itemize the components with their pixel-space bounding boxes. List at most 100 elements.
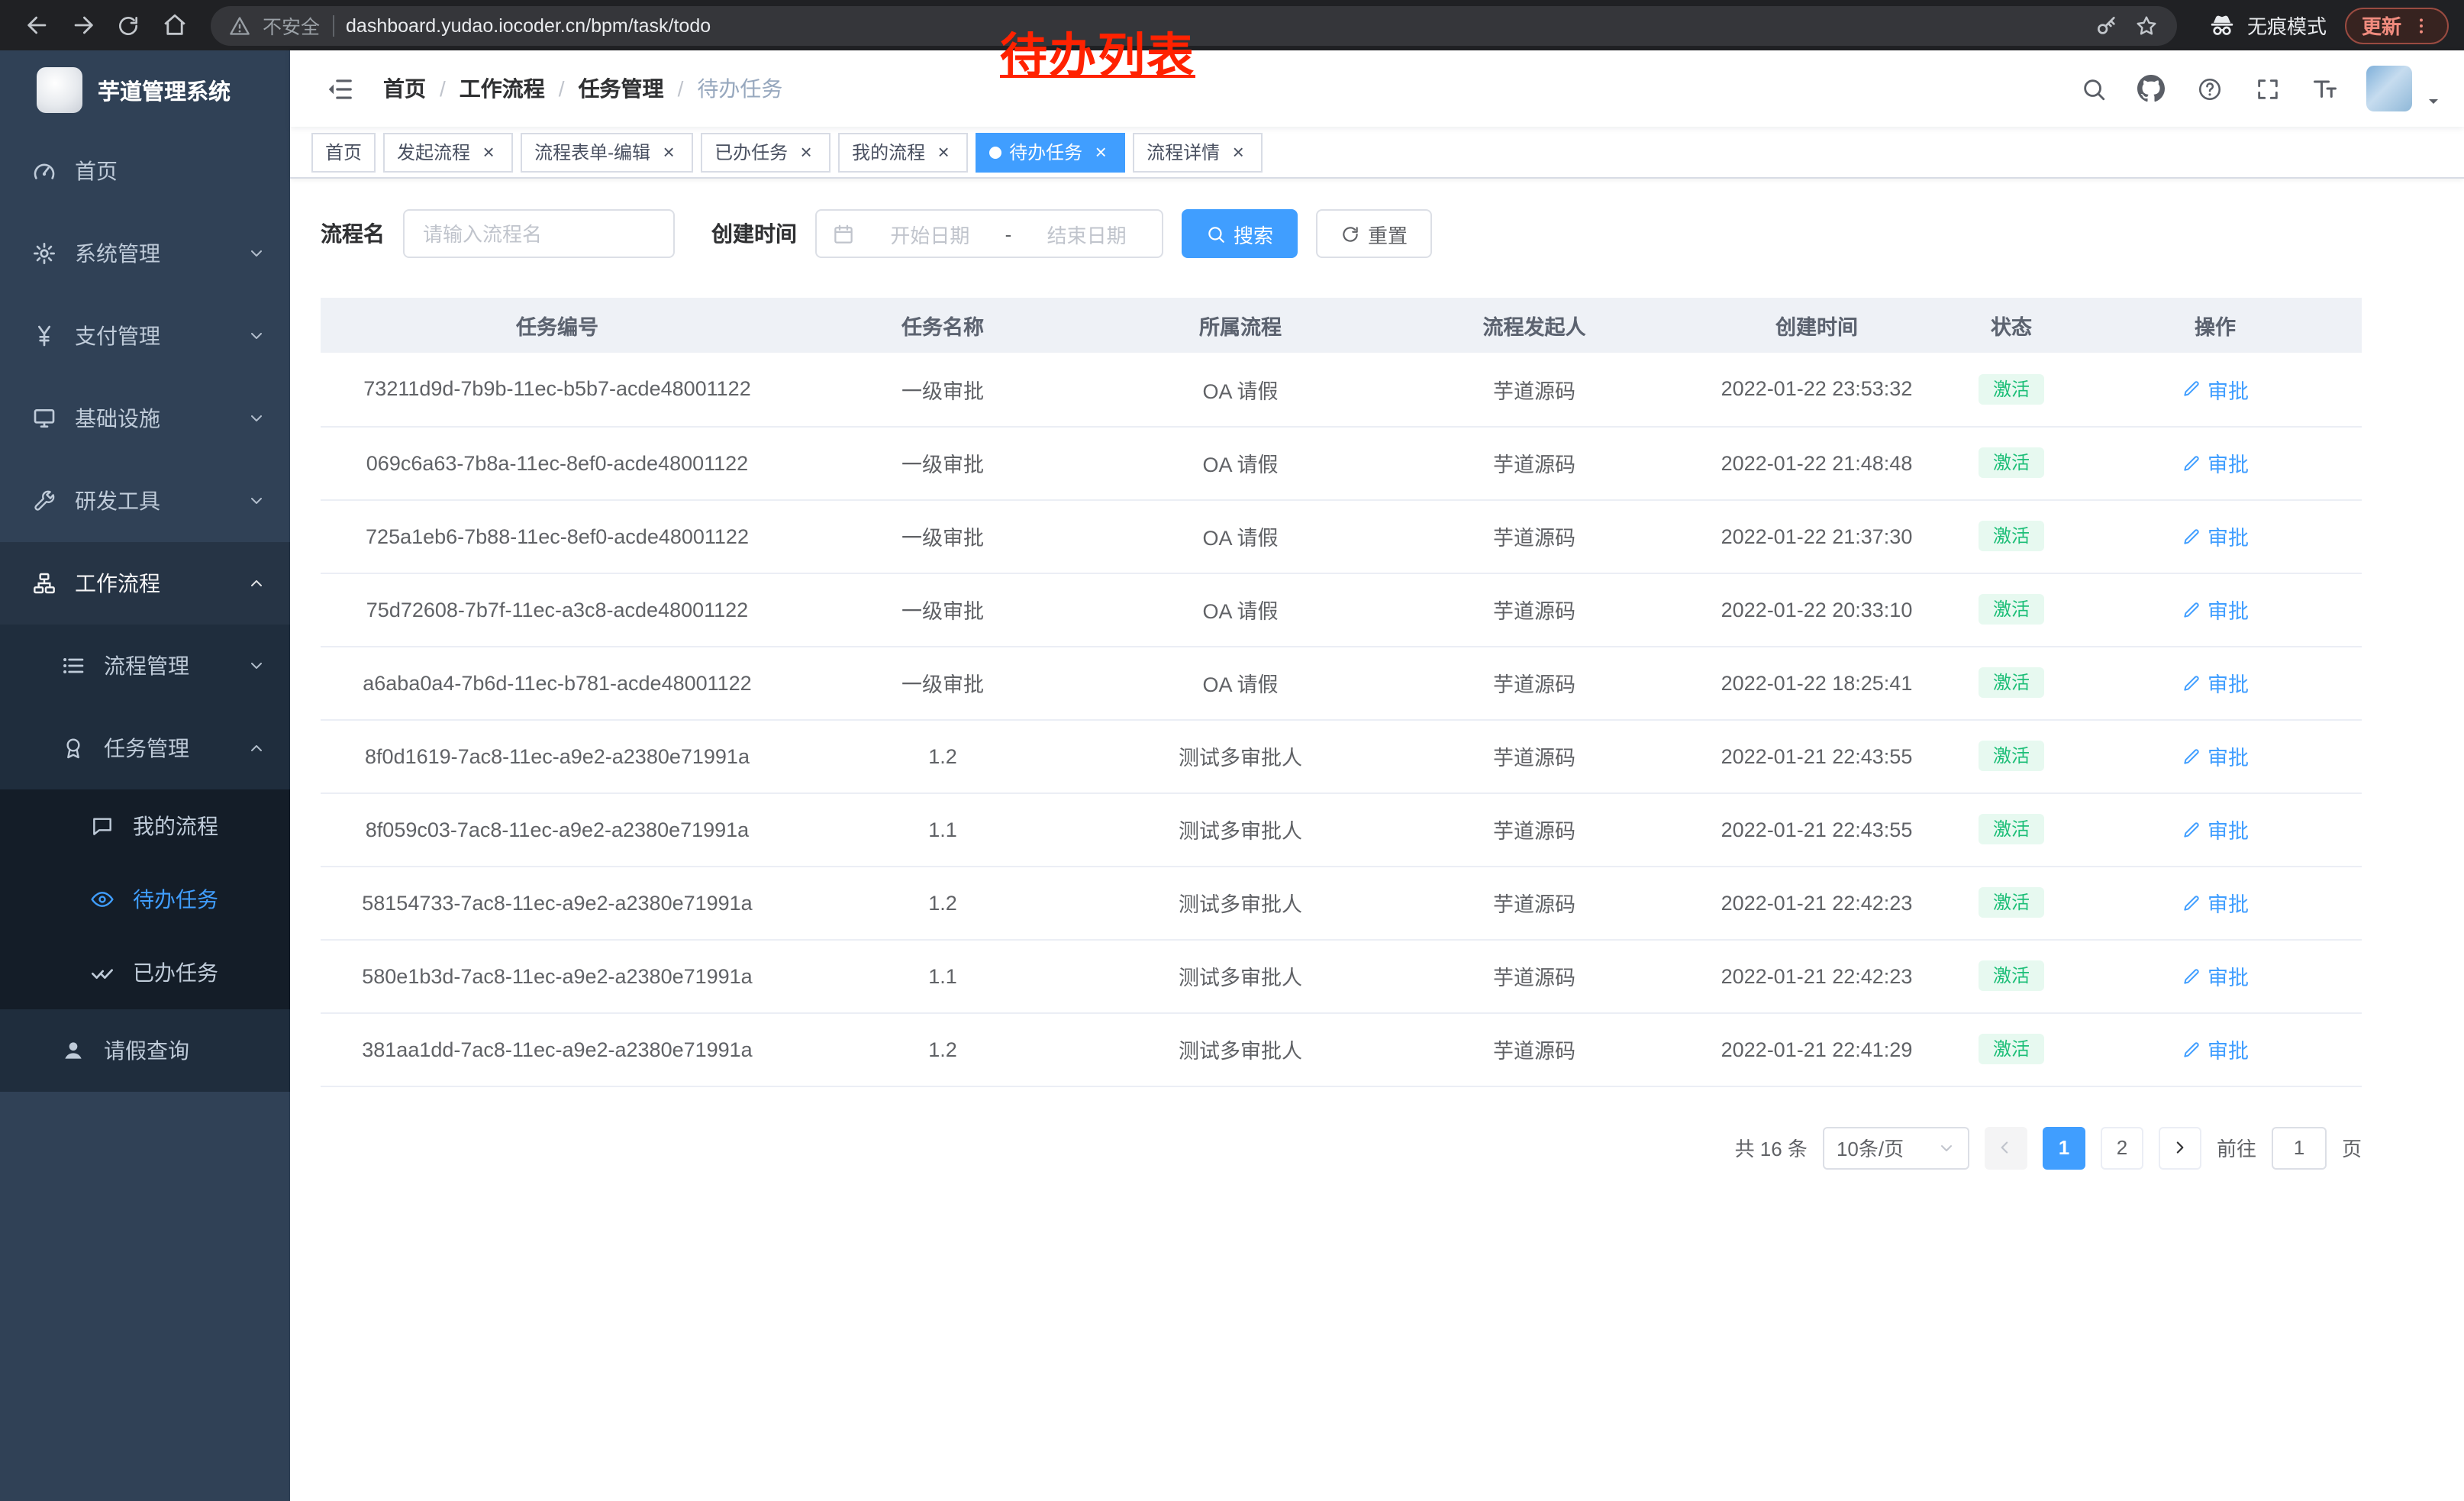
approve-link[interactable]: 审批: [2182, 667, 2249, 698]
sidebar-item-my-process[interactable]: 我的流程: [0, 789, 290, 863]
browser-update-button[interactable]: 更新: [2345, 7, 2449, 44]
tab-done-tasks[interactable]: 已办任务 ×: [701, 132, 830, 172]
approve-link[interactable]: 审批: [2182, 814, 2249, 844]
cell-create-time: 2022-01-21 22:43:55: [1679, 792, 1954, 866]
person-icon: [61, 1038, 85, 1063]
edit-icon: [2182, 746, 2201, 766]
sidebar-item-system[interactable]: 系统管理: [0, 212, 290, 295]
status-badge: 激活: [1979, 594, 2043, 625]
sidebar-item-todo-tasks[interactable]: 待办任务: [0, 863, 290, 936]
tab-my-process[interactable]: 我的流程 ×: [838, 132, 968, 172]
tab-start-process[interactable]: 发起流程 ×: [383, 132, 513, 172]
approve-link[interactable]: 审批: [2182, 741, 2249, 771]
cell-status: 激活: [1954, 573, 2069, 646]
approve-link[interactable]: 审批: [2182, 447, 2249, 478]
edit-icon: [2182, 599, 2201, 619]
edit-icon: [2182, 526, 2201, 546]
cell-actions: 审批: [2069, 426, 2362, 499]
header-search-button[interactable]: [2070, 66, 2116, 111]
search-button-label: 搜索: [1234, 219, 1273, 248]
prev-page-button[interactable]: [1985, 1126, 2027, 1169]
process-name-input[interactable]: [423, 222, 655, 245]
approve-link[interactable]: 审批: [2182, 374, 2249, 405]
approve-link[interactable]: 审批: [2182, 521, 2249, 551]
sidebar-item-process-management[interactable]: 流程管理: [0, 625, 290, 707]
wrench-icon: [32, 489, 56, 513]
goto-page-input[interactable]: [2272, 1126, 2327, 1169]
caret-down-icon[interactable]: [2424, 92, 2443, 110]
sidebar-item-home[interactable]: 首页: [0, 130, 290, 212]
approve-link[interactable]: 审批: [2182, 960, 2249, 991]
github-link[interactable]: [2128, 66, 2174, 111]
breadcrumb: 首页 / 工作流程 / 任务管理 / 待办任务: [383, 73, 782, 104]
approve-link[interactable]: 审批: [2182, 594, 2249, 625]
tab-process-form-edit[interactable]: 流程表单-编辑 ×: [521, 132, 693, 172]
tab-process-detail[interactable]: 流程详情 ×: [1133, 132, 1263, 172]
page-button-2[interactable]: 2: [2101, 1126, 2143, 1169]
table-row: 8f059c03-7ac8-11ec-a9e2-a2380e71991a 1.1…: [321, 792, 2362, 866]
status-badge: 激活: [1979, 1034, 2043, 1064]
sidebar-item-infrastructure[interactable]: 基础设施: [0, 377, 290, 460]
fullscreen-icon: [2254, 76, 2280, 102]
reset-button[interactable]: 重置: [1316, 209, 1432, 258]
sidebar-toggle-button[interactable]: [313, 63, 365, 115]
tab-todo-tasks[interactable]: 待办任务 ×: [976, 132, 1125, 172]
browser-forward-button[interactable]: [61, 4, 104, 47]
page-size-value: 10条/页: [1837, 1133, 1904, 1162]
cell-starter: 芋道源码: [1389, 646, 1679, 719]
sidebar-item-done-tasks[interactable]: 已办任务: [0, 936, 290, 1009]
font-size-button[interactable]: [2302, 66, 2348, 111]
search-icon: [1206, 224, 1226, 244]
approve-link[interactable]: 审批: [2182, 1034, 2249, 1064]
column-header: 操作: [2069, 298, 2362, 353]
cell-actions: 审批: [2069, 939, 2362, 1012]
approve-link[interactable]: 审批: [2182, 887, 2249, 918]
bookmark-star-icon[interactable]: [2134, 13, 2159, 37]
create-time-range-picker[interactable]: 开始日期 - 结束日期: [815, 209, 1163, 258]
page-size-select[interactable]: 10条/页: [1823, 1126, 1969, 1169]
edit-icon: [2182, 673, 2201, 692]
user-avatar[interactable]: [2366, 66, 2412, 111]
breadcrumb-home[interactable]: 首页: [383, 73, 426, 104]
sidebar-item-task-management[interactable]: 任务管理: [0, 707, 290, 789]
table-row: 73211d9d-7b9b-11ec-b5b7-acde48001122 一级审…: [321, 353, 2362, 426]
browser-home-button[interactable]: [153, 4, 195, 47]
close-icon[interactable]: ×: [933, 141, 954, 163]
sidebar-item-payment[interactable]: 支付管理: [0, 295, 290, 377]
cell-starter: 芋道源码: [1389, 866, 1679, 939]
cell-task-id: 580e1b3d-7ac8-11ec-a9e2-a2380e71991a: [321, 939, 794, 1012]
search-button[interactable]: 搜索: [1182, 209, 1298, 258]
close-icon[interactable]: ×: [1227, 141, 1249, 163]
close-icon[interactable]: ×: [1090, 141, 1111, 163]
cell-create-time: 2022-01-22 20:33:10: [1679, 573, 1954, 646]
breadcrumb-task-management[interactable]: 任务管理: [579, 73, 664, 104]
arrow-right-icon: [69, 12, 95, 38]
browser-back-button[interactable]: [15, 4, 58, 47]
fullscreen-button[interactable]: [2244, 66, 2290, 111]
breadcrumb-workflow[interactable]: 工作流程: [460, 73, 545, 104]
cell-status: 激活: [1954, 719, 2069, 792]
sidebar-item-leave-query[interactable]: 请假查询: [0, 1009, 290, 1092]
close-icon[interactable]: ×: [795, 141, 817, 163]
approve-link-label: 审批: [2208, 521, 2249, 551]
cell-task-id: 381aa1dd-7ac8-11ec-a9e2-a2380e71991a: [321, 1012, 794, 1086]
active-dot: [989, 146, 1001, 158]
browser-reload-button[interactable]: [107, 4, 150, 47]
sidebar-item-workflow[interactable]: 工作流程: [0, 542, 290, 625]
chevron-up-icon: [247, 574, 266, 592]
next-page-button[interactable]: [2159, 1126, 2201, 1169]
sidebar-item-devtools[interactable]: 研发工具: [0, 460, 290, 542]
sidebar-item-label: 基础设施: [75, 403, 160, 434]
cell-process: 测试多审批人: [1092, 792, 1389, 866]
close-icon[interactable]: ×: [658, 141, 679, 163]
cell-create-time: 2022-01-22 23:53:32: [1679, 353, 1954, 426]
tab-home[interactable]: 首页: [311, 132, 376, 172]
cell-process: 测试多审批人: [1092, 939, 1389, 1012]
password-key-icon[interactable]: [2095, 13, 2119, 37]
sidebar-item-label: 系统管理: [75, 238, 160, 269]
page-button-1[interactable]: 1: [2043, 1126, 2085, 1169]
question-circle-icon: [2196, 76, 2222, 102]
close-icon[interactable]: ×: [478, 141, 499, 163]
docs-help-button[interactable]: [2186, 66, 2232, 111]
sidebar-menu: 首页 系统管理 支付管理 基础设施: [0, 130, 290, 1092]
